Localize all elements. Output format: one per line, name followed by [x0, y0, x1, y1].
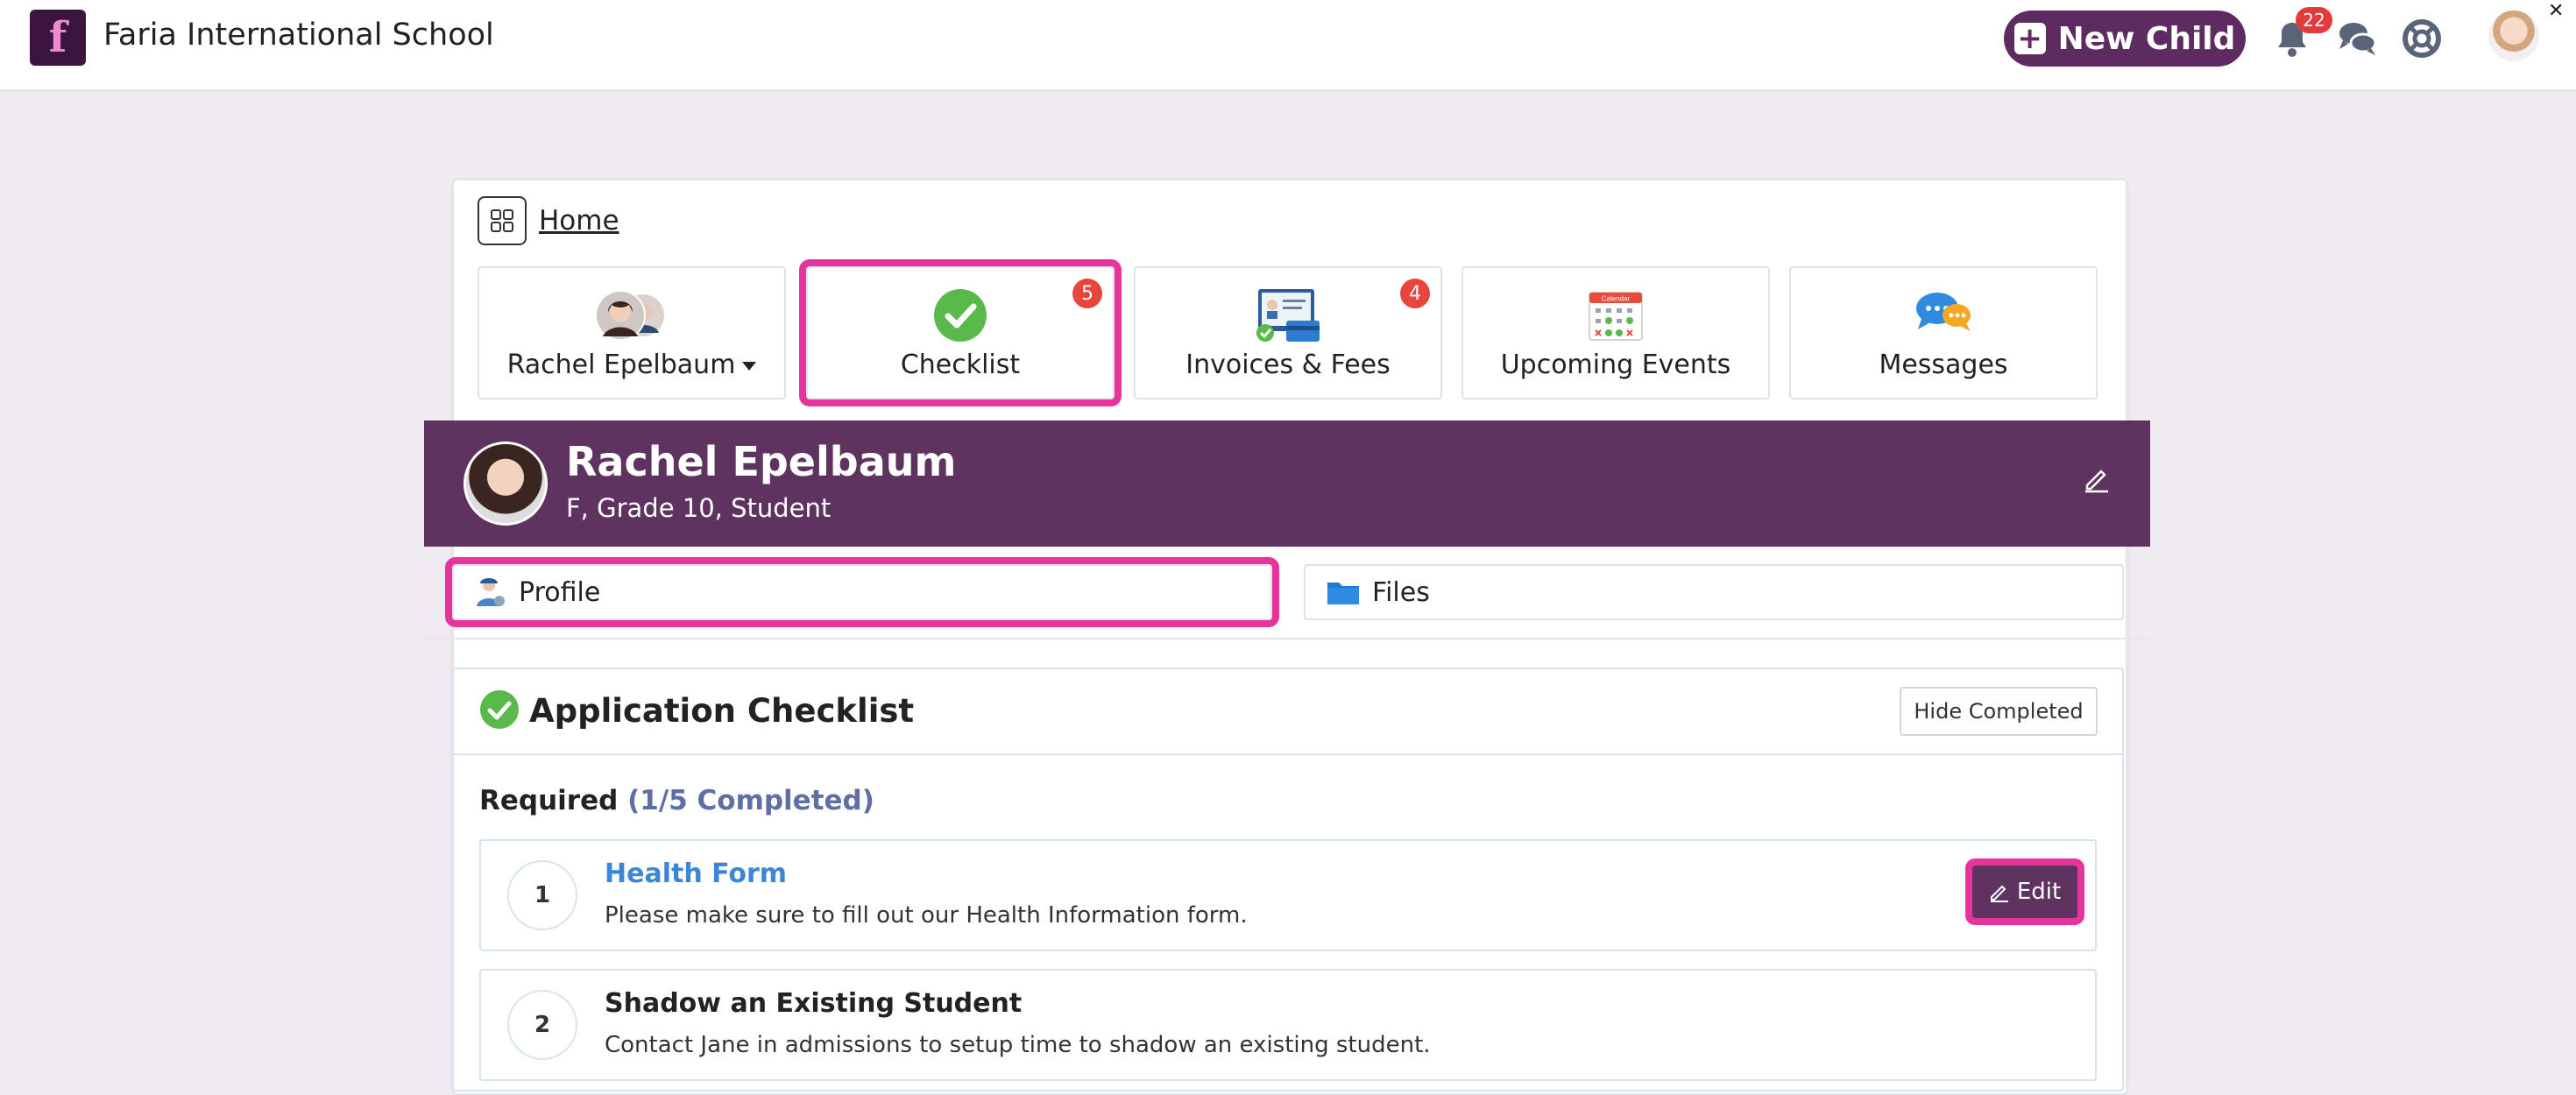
profile-avatar — [464, 442, 548, 526]
item-number: 1 — [507, 860, 577, 930]
item-number: 2 — [507, 990, 577, 1060]
required-count: (1/5 Completed) — [627, 785, 874, 816]
tab-profile[interactable]: Profile — [445, 557, 1279, 627]
tile-invoices-label: Invoices & Fees — [1185, 350, 1391, 380]
invoices-badge: 4 — [1400, 279, 1430, 308]
folder-icon — [1327, 583, 1359, 604]
tile-invoices[interactable]: 4 Invoices & Fees — [1134, 266, 1442, 399]
home-link[interactable]: Home — [539, 205, 619, 237]
check-circle-icon — [934, 289, 987, 342]
tile-child-selector[interactable]: Rachel Epelbaum — [478, 266, 786, 399]
chat-icon[interactable] — [2336, 18, 2378, 60]
checklist-header-divider — [452, 753, 2124, 755]
checklist-title: Application Checklist — [529, 692, 915, 730]
user-avatar[interactable] — [2488, 11, 2539, 61]
plus-icon: + — [2013, 23, 2046, 54]
item-title-link[interactable]: Health Form — [605, 858, 787, 889]
tile-checklist-label: Checklist — [900, 350, 1021, 380]
notification-badge: 22 — [2296, 7, 2332, 33]
item-description: Contact Jane in admissions to setup time… — [605, 1032, 1431, 1058]
profile-name: Rachel Epelbaum — [566, 438, 957, 485]
tab-profile-label: Profile — [519, 576, 601, 608]
new-child-label: New Child — [2057, 20, 2236, 57]
chat-bubbles-icon — [1916, 293, 1971, 331]
profile-subtitle: F, Grade 10, Student — [566, 493, 832, 523]
hide-completed-button[interactable]: Hide Completed — [1900, 687, 2098, 736]
checklist-badge: 5 — [1072, 279, 1102, 308]
top-bar: f Faria International School + New Child… — [0, 0, 2576, 91]
apps-grid-icon[interactable] — [478, 196, 527, 245]
edit-button[interactable]: Edit — [1965, 858, 2084, 925]
user-profile-icon — [477, 578, 505, 606]
new-child-button[interactable]: + New Child — [2004, 11, 2246, 67]
item-title: Shadow an Existing Student — [605, 988, 1023, 1019]
check-circle-icon — [480, 690, 519, 729]
help-icon[interactable] — [2401, 18, 2443, 60]
tile-upcoming-events[interactable]: Calendar Upcoming Events — [1461, 266, 1770, 399]
edit-label: Edit — [2016, 879, 2062, 905]
item-description: Please make sure to fill out our Health … — [605, 902, 1248, 929]
pencil-icon — [1990, 885, 2008, 902]
profile-header: Rachel Epelbaum F, Grade 10, Student — [424, 420, 2150, 547]
calendar-tile-text: Calendar — [1602, 295, 1631, 303]
close-icon[interactable]: ✕ — [2548, 0, 2564, 22]
tab-files-label: Files — [1372, 576, 1430, 608]
children-avatars-icon — [595, 290, 664, 341]
school-logo[interactable]: f — [30, 10, 86, 66]
checklist-item: 2 Shadow an Existing Student Contact Jan… — [479, 969, 2097, 1081]
tile-upcoming-events-label: Upcoming Events — [1500, 350, 1731, 380]
required-heading: Required (1/5 Completed) — [479, 785, 874, 816]
tile-checklist[interactable]: 5 Checklist — [799, 259, 1122, 406]
edit-profile-icon[interactable] — [2082, 464, 2112, 494]
tile-messages[interactable]: Messages — [1789, 266, 2098, 399]
divider — [424, 638, 2150, 639]
checklist-item: 1 Health Form Please make sure to fill o… — [479, 839, 2097, 951]
caret-down-icon — [742, 361, 757, 371]
invoice-card-icon — [1256, 289, 1320, 342]
school-name: Faria International School — [103, 18, 494, 53]
calendar-icon: Calendar — [1589, 292, 1643, 341]
tab-files[interactable]: Files — [1304, 564, 2124, 620]
tile-messages-label: Messages — [1879, 350, 2008, 380]
tile-child-label: Rachel Epelbaum — [479, 350, 784, 380]
